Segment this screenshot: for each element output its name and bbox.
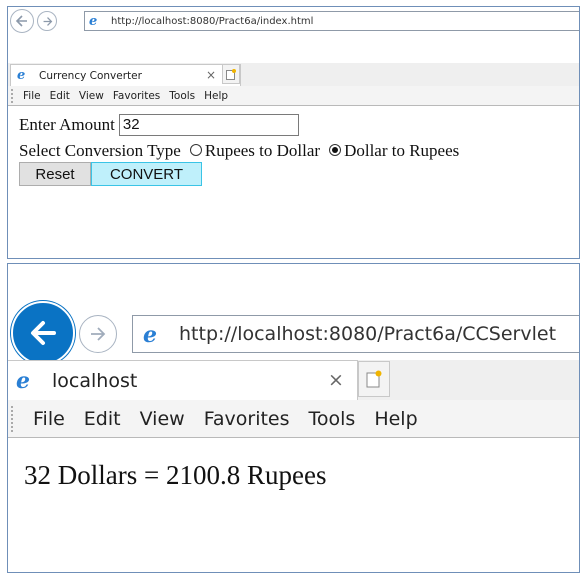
internet-explorer-icon: e <box>17 68 26 83</box>
back-arrow-icon <box>15 15 27 27</box>
radio-dollar-to-rupees[interactable] <box>329 144 342 156</box>
menu-grip <box>11 406 15 432</box>
reset-button[interactable]: Reset <box>19 162 91 186</box>
radio-rupees-to-dollar-label: Rupees to Dollar <box>204 141 321 160</box>
convert-button[interactable]: CONVERT <box>91 162 202 186</box>
tab-currency-converter[interactable]: e Currency Converter × <box>10 64 241 86</box>
close-icon[interactable]: × <box>328 369 344 391</box>
new-tab-icon <box>226 68 236 80</box>
new-tab-button[interactable] <box>358 361 390 397</box>
address-url: http://localhost:8080/Pract6a/CCServlet <box>179 323 557 345</box>
menu-edit[interactable]: Edit <box>50 90 70 102</box>
menu-tools[interactable]: Tools <box>169 90 195 102</box>
conversion-row: Select Conversion Type Rupees to Dollar … <box>19 141 459 161</box>
close-icon[interactable]: × <box>206 68 216 82</box>
menu-favorites[interactable]: Favorites <box>204 408 290 430</box>
menu-file[interactable]: File <box>23 90 41 102</box>
amount-label: Enter Amount <box>19 115 115 134</box>
radio-dollar-to-rupees-label: Dollar to Rupees <box>344 141 460 160</box>
forward-button[interactable] <box>37 11 57 31</box>
forward-button[interactable] <box>79 315 117 353</box>
new-tab-button[interactable] <box>222 64 240 84</box>
menu-help[interactable]: Help <box>374 408 417 430</box>
back-arrow-icon <box>31 321 56 345</box>
menu-help[interactable]: Help <box>204 90 228 102</box>
address-field[interactable]: e http://localhost:8080/Pract6a/index.ht… <box>84 11 579 31</box>
tab-localhost[interactable]: e localhost × <box>8 360 358 400</box>
internet-explorer-icon: e <box>16 368 30 394</box>
menu-favorites[interactable]: Favorites <box>113 90 160 102</box>
menu-edit[interactable]: Edit <box>84 408 121 430</box>
tab-title: localhost <box>52 369 138 392</box>
amount-row: Enter Amount 32 <box>19 114 459 136</box>
internet-explorer-icon: e <box>143 322 157 348</box>
menu-view[interactable]: View <box>79 90 104 102</box>
new-tab-icon <box>366 370 382 388</box>
tab-title: Currency Converter <box>39 69 142 82</box>
internet-explorer-icon: e <box>89 14 98 29</box>
back-button[interactable] <box>10 9 34 33</box>
address-bar-row: e http://localhost:8080/Pract6a/index.ht… <box>8 7 579 33</box>
conversion-label: Select Conversion Type <box>19 141 181 160</box>
menu-view[interactable]: View <box>140 408 185 430</box>
amount-input[interactable]: 32 <box>118 114 299 136</box>
back-button[interactable] <box>11 301 75 365</box>
conversion-result: 32 Dollars = 2100.8 Rupees <box>24 460 327 490</box>
menu-file[interactable]: File <box>33 408 65 430</box>
converter-form: Enter Amount 32 Select Conversion Type R… <box>19 114 459 186</box>
result-browser-window: e http://localhost:8080/Pract6a/CCServle… <box>7 263 580 573</box>
address-field[interactable]: e http://localhost:8080/Pract6a/CCServle… <box>132 315 579 353</box>
form-browser-window: e http://localhost:8080/Pract6a/index.ht… <box>7 6 580 259</box>
button-row: Reset CONVERT <box>19 162 459 186</box>
menu-bar: File Edit View Favorites Tools Help <box>8 400 579 438</box>
menu-grip <box>11 89 15 103</box>
menu-bar: File Edit View Favorites Tools Help <box>8 86 579 106</box>
radio-rupees-to-dollar[interactable] <box>189 144 202 156</box>
forward-arrow-icon <box>43 16 52 26</box>
forward-arrow-icon <box>91 327 106 341</box>
address-url: http://localhost:8080/Pract6a/index.html <box>111 15 314 27</box>
menu-tools[interactable]: Tools <box>309 408 356 430</box>
